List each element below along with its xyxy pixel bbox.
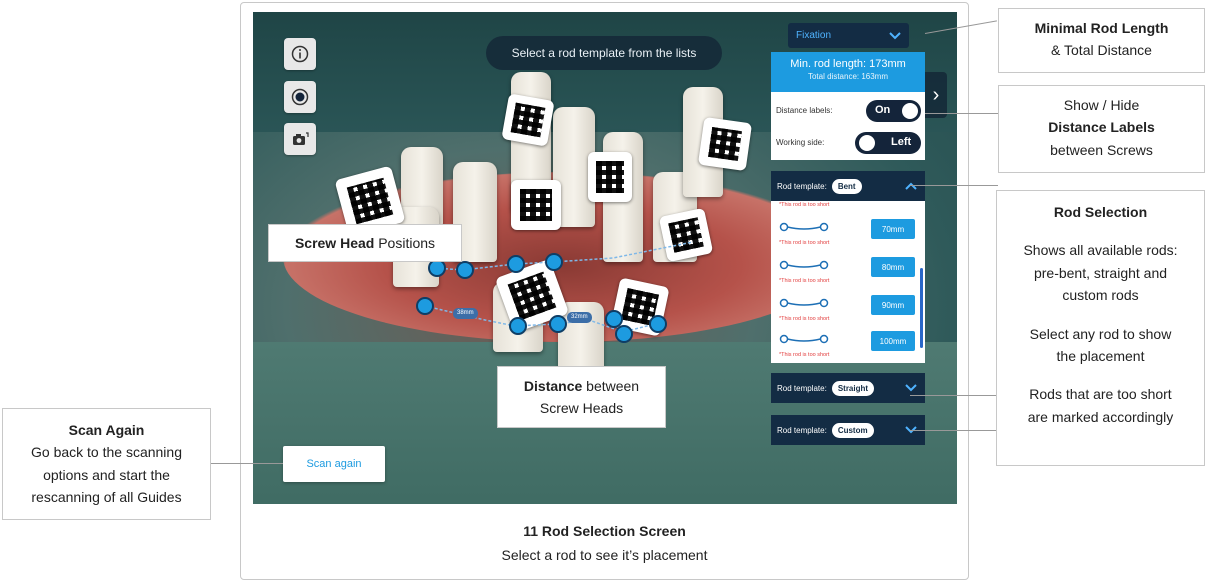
screw-head[interactable] bbox=[416, 297, 434, 315]
min-rod-length-text: Min. rod length: 173mm bbox=[790, 58, 906, 70]
callout-text: options and start the bbox=[43, 466, 170, 483]
screw-head[interactable] bbox=[456, 261, 474, 279]
rod-size-button[interactable]: 100mm bbox=[871, 331, 915, 351]
connector-line bbox=[910, 430, 998, 431]
rod-bent-icon bbox=[779, 334, 829, 344]
connector-line bbox=[925, 113, 998, 114]
screw-head[interactable] bbox=[615, 325, 633, 343]
rod-item[interactable]: 100mm *This rod is too short bbox=[771, 325, 925, 363]
dropdown-label: Fixation bbox=[796, 30, 832, 41]
record-icon bbox=[291, 88, 309, 106]
callout-text: Go back to the scanning bbox=[31, 444, 182, 461]
callout-title: Distance bbox=[523, 378, 583, 394]
connector-line bbox=[910, 185, 998, 186]
callout-text: pre-bent, straight and bbox=[1033, 264, 1168, 281]
callout-text: between bbox=[582, 378, 640, 394]
switch-camera-button[interactable] bbox=[284, 123, 316, 155]
rod-template-value: Straight bbox=[831, 380, 875, 396]
callout-screw-head: Screw Head Positions bbox=[268, 224, 462, 262]
screw-head[interactable] bbox=[545, 253, 563, 271]
callout-text: custom rods bbox=[1062, 287, 1139, 304]
callout-min-rod: Minimal Rod Length & Total Distance bbox=[998, 8, 1205, 73]
callout-text: Select any rod to show bbox=[1029, 325, 1172, 342]
callout-text: Rods that are too short bbox=[1029, 386, 1172, 403]
distance-labels-label: Distance labels: bbox=[776, 106, 833, 115]
rod-bent-icon bbox=[779, 260, 829, 270]
fixation-dropdown[interactable]: Fixation bbox=[788, 23, 909, 48]
rod-list-scrollbar[interactable] bbox=[920, 268, 923, 348]
rod-size-button[interactable]: 70mm bbox=[871, 219, 915, 239]
callout-title: Distance Labels bbox=[1048, 119, 1155, 136]
callout-text: rescanning of all Guides bbox=[31, 489, 182, 506]
min-rod-length-panel: Min. rod length: 173mm Total distance: 1… bbox=[771, 52, 925, 92]
info-button[interactable] bbox=[284, 38, 316, 70]
settings-panel: Distance labels: On Working side: Left bbox=[771, 92, 925, 160]
rod-template-bent[interactable]: Rod template: Bent bbox=[771, 171, 925, 201]
callout-text: Screw Heads bbox=[539, 400, 624, 417]
rod-bent-icon bbox=[779, 222, 829, 232]
rod-template-label: Rod template: bbox=[777, 425, 827, 435]
distance-label: 38mm bbox=[453, 308, 478, 319]
record-button[interactable] bbox=[284, 81, 316, 113]
toggle-value: On bbox=[875, 104, 891, 116]
toggle-knob bbox=[859, 135, 875, 151]
callout-text: Show / Hide bbox=[1063, 97, 1140, 113]
rod-template-value: Bent bbox=[831, 178, 862, 194]
callout-distance: Distance between Screw Heads bbox=[497, 366, 666, 428]
rod-list: *This rod is too short 70mm *This rod is… bbox=[771, 201, 925, 363]
distance-labels-toggle[interactable]: On bbox=[866, 100, 921, 122]
rod-item[interactable]: 70mm *This rod is too short bbox=[771, 213, 925, 251]
callout-scan-again: Scan Again Go back to the scanning optio… bbox=[2, 408, 211, 520]
rod-warning: *This rod is too short bbox=[779, 352, 830, 358]
callout-text: Shows all available rods: bbox=[1023, 242, 1178, 259]
chevron-down-icon bbox=[889, 31, 901, 39]
screw-head[interactable] bbox=[507, 255, 525, 273]
callout-text: & Total Distance bbox=[1051, 42, 1152, 59]
callout-title: Scan Again bbox=[68, 422, 145, 438]
chevron-up-icon bbox=[905, 182, 917, 190]
callout-title: Minimal Rod Length bbox=[1034, 20, 1169, 36]
callout-text: the placement bbox=[1056, 347, 1145, 364]
instruction-hint: Select a rod template from the lists bbox=[486, 36, 722, 70]
total-distance-text: Total distance: 163mm bbox=[807, 72, 889, 81]
caption-title: 11 Rod Selection Screen bbox=[523, 523, 686, 539]
callout-title: Screw Head bbox=[294, 235, 375, 251]
callout-text: Positions bbox=[374, 235, 436, 251]
rod-warning: *This rod is too short bbox=[779, 278, 830, 284]
toggle-knob bbox=[902, 103, 918, 119]
rod-item[interactable]: 90mm *This rod is too short bbox=[771, 289, 925, 327]
callout-text: are marked accordingly bbox=[1027, 408, 1174, 425]
rod-template-label: Rod template: bbox=[777, 383, 827, 393]
callout-text: between Screws bbox=[1050, 141, 1153, 158]
rod-template-label: Rod template: bbox=[777, 181, 827, 191]
screw-head[interactable] bbox=[549, 315, 567, 333]
collapse-panel-button[interactable]: › bbox=[925, 72, 947, 118]
connector-line bbox=[211, 463, 283, 464]
toggle-value: Left bbox=[891, 136, 912, 148]
connector-line bbox=[910, 395, 998, 396]
rod-template-custom[interactable]: Rod template: Custom bbox=[771, 415, 925, 445]
rod-item[interactable]: 80mm *This rod is too short bbox=[771, 251, 925, 289]
rod-bent-icon bbox=[779, 298, 829, 308]
callout-title: Rod Selection bbox=[1053, 204, 1148, 220]
rod-warning: *This rod is too short bbox=[779, 316, 830, 322]
rod-warning: *This rod is too short bbox=[779, 202, 830, 208]
rod-template-straight[interactable]: Rod template: Straight bbox=[771, 373, 925, 403]
caption-subtitle: Select a rod to see it’s placement bbox=[501, 547, 708, 563]
rod-template-value: Custom bbox=[831, 422, 874, 438]
working-side-toggle[interactable]: Left bbox=[855, 132, 921, 154]
scan-again-button[interactable]: Scan again bbox=[283, 446, 385, 482]
info-icon bbox=[291, 45, 309, 63]
distance-label: 32mm bbox=[567, 312, 592, 323]
chevron-down-icon bbox=[905, 384, 917, 392]
rod-size-button[interactable]: 80mm bbox=[871, 257, 915, 277]
screw-head[interactable] bbox=[649, 315, 667, 333]
callout-distance-labels: Show / Hide Distance Labels between Scre… bbox=[998, 85, 1205, 173]
camera-switch-icon bbox=[293, 132, 309, 145]
rod-warning: *This rod is too short bbox=[779, 240, 830, 246]
screw-head[interactable] bbox=[509, 317, 527, 335]
working-side-label: Working side: bbox=[776, 138, 825, 147]
callout-rod-selection: Rod Selection Shows all available rods: … bbox=[996, 190, 1205, 466]
rod-size-button[interactable]: 90mm bbox=[871, 295, 915, 315]
